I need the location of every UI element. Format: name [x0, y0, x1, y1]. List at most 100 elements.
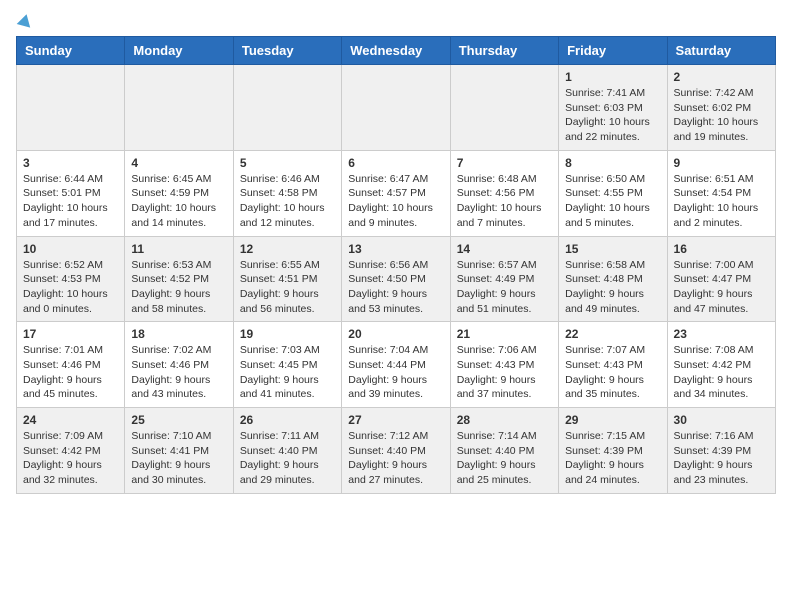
day-info: Sunrise: 6:53 AM Sunset: 4:52 PM Dayligh…: [131, 258, 226, 317]
day-info: Sunrise: 6:58 AM Sunset: 4:48 PM Dayligh…: [565, 258, 660, 317]
day-number: 8: [565, 156, 660, 170]
calendar-cell: 14 Sunrise: 6:57 AM Sunset: 4:49 PM Dayli…: [450, 236, 558, 322]
calendar-cell: [233, 65, 341, 151]
calendar-cell: 29 Sunrise: 7:15 AM Sunset: 4:39 PM Dayli…: [559, 408, 667, 494]
day-number: 3: [23, 156, 118, 170]
calendar-cell: 13 Sunrise: 6:56 AM Sunset: 4:50 PM Dayli…: [342, 236, 450, 322]
header-monday: Monday: [125, 37, 233, 65]
day-number: 9: [674, 156, 769, 170]
calendar-week-row: 17 Sunrise: 7:01 AM Sunset: 4:46 PM Dayli…: [17, 322, 776, 408]
calendar-cell: 21 Sunrise: 7:06 AM Sunset: 4:43 PM Dayli…: [450, 322, 558, 408]
day-number: 30: [674, 413, 769, 427]
day-info: Sunrise: 7:01 AM Sunset: 4:46 PM Dayligh…: [23, 343, 118, 402]
day-info: Sunrise: 7:14 AM Sunset: 4:40 PM Dayligh…: [457, 429, 552, 488]
day-info: Sunrise: 7:00 AM Sunset: 4:47 PM Dayligh…: [674, 258, 769, 317]
day-info: Sunrise: 7:08 AM Sunset: 4:42 PM Dayligh…: [674, 343, 769, 402]
day-info: Sunrise: 7:15 AM Sunset: 4:39 PM Dayligh…: [565, 429, 660, 488]
calendar-cell: 4Sunrise: 6:45 AM Sunset: 4:59 PM Daylig…: [125, 150, 233, 236]
header-tuesday: Tuesday: [233, 37, 341, 65]
day-number: 21: [457, 327, 552, 341]
day-number: 22: [565, 327, 660, 341]
calendar-cell: 27Sunrise: 7:12 AM Sunset: 4:40 PM Dayli…: [342, 408, 450, 494]
logo: [16, 16, 32, 24]
logo-triangle-icon: [17, 12, 34, 27]
day-number: 29: [565, 413, 660, 427]
day-info: Sunrise: 6:52 AM Sunset: 4:53 PM Dayligh…: [23, 258, 118, 317]
header-thursday: Thursday: [450, 37, 558, 65]
calendar-cell: 11Sunrise: 6:53 AM Sunset: 4:52 PM Dayli…: [125, 236, 233, 322]
calendar-header-row: SundayMondayTuesdayWednesdayThursdayFrid…: [17, 37, 776, 65]
calendar-cell: 26 Sunrise: 7:11 AM Sunset: 4:40 PM Dayli…: [233, 408, 341, 494]
calendar-cell: 20 Sunrise: 7:04 AM Sunset: 4:44 PM Dayli…: [342, 322, 450, 408]
calendar-cell: 25 Sunrise: 7:10 AM Sunset: 4:41 PM Dayli…: [125, 408, 233, 494]
day-info: Sunrise: 7:07 AM Sunset: 4:43 PM Dayligh…: [565, 343, 660, 402]
day-number: 2: [674, 70, 769, 84]
day-number: 17: [23, 327, 118, 341]
calendar-cell: [125, 65, 233, 151]
day-number: 7: [457, 156, 552, 170]
day-info: Sunrise: 6:57 AM Sunset: 4:49 PM Dayligh…: [457, 258, 552, 317]
calendar-cell: [342, 65, 450, 151]
calendar-cell: 22 Sunrise: 7:07 AM Sunset: 4:43 PM Dayli…: [559, 322, 667, 408]
day-info: Sunrise: 7:04 AM Sunset: 4:44 PM Dayligh…: [348, 343, 443, 402]
calendar-week-row: 3Sunrise: 6:44 AM Sunset: 5:01 PM Daylig…: [17, 150, 776, 236]
day-number: 13: [348, 242, 443, 256]
calendar-cell: 28 Sunrise: 7:14 AM Sunset: 4:40 PM Dayli…: [450, 408, 558, 494]
day-info: Sunrise: 7:10 AM Sunset: 4:41 PM Dayligh…: [131, 429, 226, 488]
header-wednesday: Wednesday: [342, 37, 450, 65]
calendar-cell: 15Sunrise: 6:58 AM Sunset: 4:48 PM Dayli…: [559, 236, 667, 322]
header-saturday: Saturday: [667, 37, 775, 65]
day-info: Sunrise: 7:42 AM Sunset: 6:02 PM Dayligh…: [674, 86, 769, 145]
day-info: Sunrise: 6:48 AM Sunset: 4:56 PM Dayligh…: [457, 172, 552, 231]
day-number: 28: [457, 413, 552, 427]
day-number: 10: [23, 242, 118, 256]
calendar-cell: 5Sunrise: 6:46 AM Sunset: 4:58 PM Daylig…: [233, 150, 341, 236]
calendar-cell: 17 Sunrise: 7:01 AM Sunset: 4:46 PM Dayli…: [17, 322, 125, 408]
day-number: 6: [348, 156, 443, 170]
day-number: 16: [674, 242, 769, 256]
calendar-cell: [450, 65, 558, 151]
day-info: Sunrise: 7:06 AM Sunset: 4:43 PM Dayligh…: [457, 343, 552, 402]
day-number: 19: [240, 327, 335, 341]
page-header: [16, 16, 776, 24]
day-info: Sunrise: 6:56 AM Sunset: 4:50 PM Dayligh…: [348, 258, 443, 317]
day-info: Sunrise: 7:03 AM Sunset: 4:45 PM Dayligh…: [240, 343, 335, 402]
day-info: Sunrise: 7:11 AM Sunset: 4:40 PM Dayligh…: [240, 429, 335, 488]
calendar-table: SundayMondayTuesdayWednesdayThursdayFrid…: [16, 36, 776, 494]
calendar-cell: 8 Sunrise: 6:50 AM Sunset: 4:55 PM Daylig…: [559, 150, 667, 236]
header-friday: Friday: [559, 37, 667, 65]
day-number: 5: [240, 156, 335, 170]
calendar-cell: 3Sunrise: 6:44 AM Sunset: 5:01 PM Daylig…: [17, 150, 125, 236]
day-number: 4: [131, 156, 226, 170]
calendar-cell: [17, 65, 125, 151]
day-number: 24: [23, 413, 118, 427]
calendar-week-row: 10 Sunrise: 6:52 AM Sunset: 4:53 PM Dayli…: [17, 236, 776, 322]
day-number: 27: [348, 413, 443, 427]
day-info: Sunrise: 6:50 AM Sunset: 4:55 PM Dayligh…: [565, 172, 660, 231]
day-number: 1: [565, 70, 660, 84]
calendar-cell: 10 Sunrise: 6:52 AM Sunset: 4:53 PM Dayli…: [17, 236, 125, 322]
day-number: 25: [131, 413, 226, 427]
calendar-cell: 19 Sunrise: 7:03 AM Sunset: 4:45 PM Dayli…: [233, 322, 341, 408]
calendar-cell: 1 Sunrise: 7:41 AM Sunset: 6:03 PM Daylig…: [559, 65, 667, 151]
calendar-cell: 18 Sunrise: 7:02 AM Sunset: 4:46 PM Dayli…: [125, 322, 233, 408]
day-info: Sunrise: 6:51 AM Sunset: 4:54 PM Dayligh…: [674, 172, 769, 231]
day-number: 26: [240, 413, 335, 427]
header-sunday: Sunday: [17, 37, 125, 65]
day-number: 18: [131, 327, 226, 341]
day-info: Sunrise: 7:16 AM Sunset: 4:39 PM Dayligh…: [674, 429, 769, 488]
calendar-cell: 16 Sunrise: 7:00 AM Sunset: 4:47 PM Dayli…: [667, 236, 775, 322]
day-info: Sunrise: 7:41 AM Sunset: 6:03 PM Dayligh…: [565, 86, 660, 145]
day-info: Sunrise: 7:09 AM Sunset: 4:42 PM Dayligh…: [23, 429, 118, 488]
calendar-week-row: 1 Sunrise: 7:41 AM Sunset: 6:03 PM Daylig…: [17, 65, 776, 151]
day-info: Sunrise: 6:47 AM Sunset: 4:57 PM Dayligh…: [348, 172, 443, 231]
calendar-cell: 9 Sunrise: 6:51 AM Sunset: 4:54 PM Daylig…: [667, 150, 775, 236]
calendar-week-row: 24 Sunrise: 7:09 AM Sunset: 4:42 PM Dayli…: [17, 408, 776, 494]
day-info: Sunrise: 7:02 AM Sunset: 4:46 PM Dayligh…: [131, 343, 226, 402]
calendar-cell: 23Sunrise: 7:08 AM Sunset: 4:42 PM Dayli…: [667, 322, 775, 408]
calendar-cell: 7 Sunrise: 6:48 AM Sunset: 4:56 PM Daylig…: [450, 150, 558, 236]
day-number: 20: [348, 327, 443, 341]
calendar-cell: 6 Sunrise: 6:47 AM Sunset: 4:57 PM Daylig…: [342, 150, 450, 236]
day-info: Sunrise: 6:55 AM Sunset: 4:51 PM Dayligh…: [240, 258, 335, 317]
day-number: 14: [457, 242, 552, 256]
